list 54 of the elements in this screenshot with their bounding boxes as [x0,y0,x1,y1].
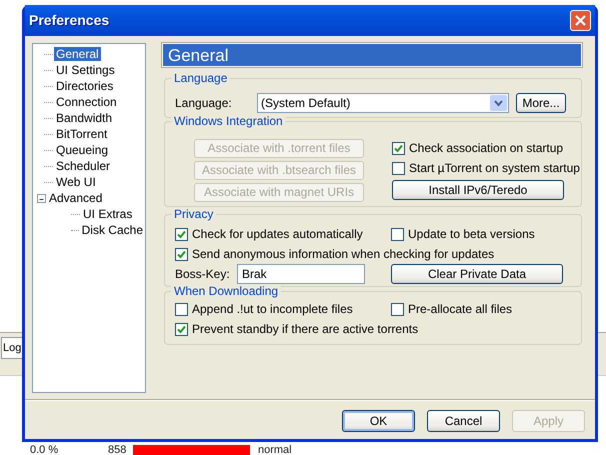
checkbox-label: Start µTorrent on system startup [409,160,580,177]
dialog-button: Apply [512,410,585,432]
tree-item[interactable]: Disk Cache [80,223,145,237]
boss-key-field[interactable]: Brak [237,264,365,284]
table-cell: normal [258,444,292,455]
tree-item[interactable]: General [54,47,101,61]
tree-item[interactable]: UI Settings [54,63,117,77]
tree-item[interactable]: Advanced [47,191,104,205]
tree-item[interactable]: UI Extras [81,207,134,221]
more-button[interactable]: More... [516,93,566,113]
group-legend: When Downloading [171,284,282,298]
checkbox[interactable] [175,228,188,240]
associate-button: Associate with .btsearch files [194,161,364,180]
checkbox[interactable] [175,302,188,316]
checkbox-label: Pre-allocate all files [408,301,512,318]
checkbox[interactable] [392,162,405,174]
window-title: Preferences [29,11,110,30]
checkbox-label: Check for updates automatically [192,226,363,243]
tree-item[interactable]: Web UI [54,175,98,189]
checkbox[interactable] [391,302,404,316]
checkbox-label: Append .!ut to incomplete files [192,301,353,318]
tree-item[interactable]: Scheduler [54,159,112,173]
collapse-icon[interactable] [37,194,46,202]
close-icon [574,14,587,27]
associate-button: Associate with .torrent files [194,139,364,158]
table-cell-text: 0.0 % [30,444,60,455]
group-legend: Language [171,71,230,85]
checkbox-label: Prevent standby if there are active torrents [192,321,418,338]
install-button[interactable]: Install IPv6/Teredo [392,180,564,200]
tree-item[interactable]: Connection [54,95,119,109]
dialog-button[interactable]: OK [342,410,415,432]
group-legend: Privacy [171,207,216,221]
clear-data-button[interactable]: Clear Private Data [391,264,563,284]
tree-item[interactable]: Bandwidth [54,111,114,125]
language-dropdown[interactable]: (System Default) [257,93,509,113]
log-tab[interactable]: Log [1,336,24,358]
checkbox[interactable] [175,322,188,336]
checkbox[interactable] [391,228,404,240]
close-button[interactable] [570,10,591,31]
field-label: Language: [175,95,233,112]
associate-button: Associate with magnet URIs [194,183,364,202]
checkbox[interactable] [175,248,188,260]
dialog-button[interactable]: Cancel [427,410,500,432]
checkbox-label: Send anonymous information when checking for updates [192,246,494,263]
group-legend: Windows Integration [171,114,286,128]
tree-item[interactable]: Directories [54,79,116,93]
tree-item[interactable]: Queueing [54,143,110,157]
checkbox[interactable] [392,142,405,154]
tree-item[interactable]: BitTorrent [54,127,110,141]
table-cell-text: 858 [108,444,128,455]
checkbox-label: Update to beta versions [408,226,535,243]
field-label: Boss-Key: [175,266,231,283]
panel-header: General [162,43,582,67]
checkbox-label: Check association on startup [409,140,564,157]
